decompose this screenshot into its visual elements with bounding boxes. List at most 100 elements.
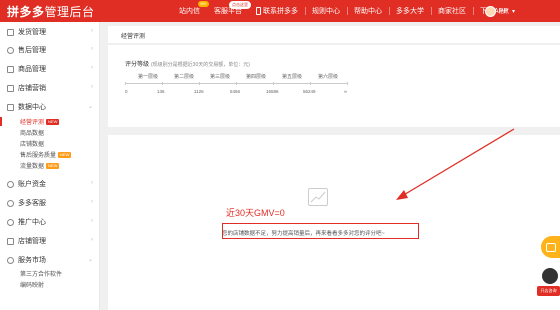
chevron-right-icon: ›: [91, 180, 93, 186]
sidebar-sub-traffic-data[interactable]: 流量数据 NEW: [20, 161, 60, 170]
level-scale-line: [125, 82, 348, 85]
user-menu[interactable]: 拾贰 ▾: [485, 0, 515, 22]
main-content: 经营评测 评分等级 (现级别分是根据近30天的交易额，单位：元) 第一层级 第二层…: [108, 22, 560, 310]
active-indicator: [0, 117, 2, 126]
avatar: [485, 5, 496, 17]
empty-state-panel: 近30天GMV=0 您的店铺数据不足，努力提高销量后，再来看看多多对您的评分吧~: [108, 135, 560, 310]
sidebar-sub-store-data[interactable]: 店铺数据: [20, 139, 44, 148]
customer-service-badge: 点击这里: [229, 1, 251, 9]
brand-logo[interactable]: 拼多多管理后台: [7, 3, 95, 20]
logo-text: 拼多多: [7, 5, 45, 19]
chevron-right-icon: ›: [91, 28, 93, 34]
chevron-down-icon: ⌄: [87, 257, 93, 263]
level-value: 16586: [266, 89, 279, 94]
sidebar-sub-business-eval[interactable]: 经营评测 NEW: [20, 117, 60, 126]
level-value: 5456: [230, 89, 241, 94]
nav-community-label: 商家社区: [438, 8, 466, 15]
empty-chart-icon: [308, 188, 328, 206]
sidebar-item-label: 账户资金: [18, 181, 46, 188]
sidebar-item-label: 售后管理: [18, 47, 46, 54]
empty-state-message: 您的店铺数据不足，努力提高销量后，再来看看多多对您的评分吧~: [222, 231, 385, 237]
customer-service-avatar-icon: [540, 266, 560, 286]
nav-university-label: 多多大学: [396, 8, 424, 15]
floating-message-button[interactable]: [541, 236, 560, 258]
level-label: 第二层级: [173, 74, 194, 80]
sidebar-sub-after-sales-quality[interactable]: 售后服务质量 NEW: [20, 150, 72, 159]
sidebar-item-label: 数据中心: [18, 104, 46, 111]
chevron-right-icon: ›: [91, 218, 93, 224]
new-badge: NEW: [46, 118, 60, 125]
store-icon: [7, 237, 14, 245]
scale-tick: [347, 82, 348, 85]
nav-rules-label: 规则中心: [312, 8, 340, 15]
top-bar: 拼多多管理后台 站内信 99+ 客服平台 点击这里 联系拼多多 规则中心 帮助中…: [0, 0, 560, 22]
share-icon: [7, 218, 14, 226]
sidebar-item-label: 推广中心: [18, 219, 46, 226]
new-badge: NEW: [46, 162, 60, 169]
app-title: 管理后台: [44, 5, 95, 19]
nav-help[interactable]: 帮助中心: [347, 0, 389, 22]
level-value: 0: [125, 89, 128, 94]
sidebar-item-label: 商品管理: [18, 66, 46, 73]
sidebar-sub-label: 流量数据: [20, 164, 45, 170]
level-value: 56249: [303, 89, 316, 94]
nav-rules[interactable]: 规则中心: [305, 0, 347, 22]
level-title-text: 评分等级: [125, 62, 150, 68]
nav-contact-label: 联系拼多多: [263, 8, 298, 15]
sidebar-item-label: 发货管理: [18, 29, 46, 36]
nav-inbox-label: 站内信: [179, 8, 200, 15]
level-labels: 第一层级 第二层级 第三层级 第四层级 第五层级 第六层级: [130, 73, 350, 83]
sidebar-item-store-management[interactable]: 店铺管理 ›: [0, 232, 100, 250]
user-name: 拾贰: [499, 8, 510, 15]
sidebar-item-products[interactable]: 商品管理 ›: [0, 60, 100, 78]
sidebar-item-label: 多多客服: [18, 200, 46, 207]
chevron-right-icon: ›: [91, 65, 93, 71]
chart-line-icon: [310, 191, 326, 203]
sidebar-sub-label: 店铺数据: [20, 142, 45, 148]
sidebar-item-service-market[interactable]: 服务市场 ⌄: [0, 251, 100, 269]
sidebar-sub-third-party[interactable]: 第三方合作软件: [20, 269, 62, 278]
headset-icon: [7, 199, 14, 207]
consult-label: 开店咨询: [537, 286, 560, 296]
nav-inbox[interactable]: 站内信 99+: [172, 0, 209, 22]
chevron-right-icon: ›: [91, 84, 93, 90]
heart-icon: [7, 256, 14, 264]
scale-tick: [236, 82, 237, 85]
floating-consult-button[interactable]: 开店咨询: [537, 266, 560, 300]
sidebar-item-account-funds[interactable]: 账户资金 ›: [0, 175, 100, 193]
sidebar-item-after-sales[interactable]: 售后管理 ›: [0, 41, 100, 59]
sidebar-item-customer-service[interactable]: 多多客服 ›: [0, 194, 100, 212]
sidebar-item-promotion[interactable]: 推广中心 ›: [0, 213, 100, 231]
scale-tick: [125, 82, 126, 85]
level-value: 1126: [194, 89, 204, 94]
sidebar-sub-code-mapping[interactable]: 编码映射: [20, 280, 44, 289]
gmv-annotation: 近30天GMV=0: [226, 208, 285, 218]
nav-community[interactable]: 商家社区: [431, 0, 473, 22]
scale-tick: [273, 82, 274, 85]
sidebar-sub-product-data[interactable]: 商品数据: [20, 128, 44, 137]
chevron-right-icon: ›: [91, 199, 93, 205]
sidebar-item-data-center[interactable]: 数据中心 ⌄: [0, 98, 100, 116]
after-sales-icon: [7, 46, 14, 54]
sidebar-sub-label: 编码映射: [20, 283, 45, 289]
sidebar-sub-label: 第三方合作软件: [20, 272, 63, 278]
page-title: 经营评测: [121, 34, 146, 40]
sidebar-item-marketing[interactable]: 店铺营销 ›: [0, 79, 100, 97]
level-label: 第六层级: [317, 74, 338, 80]
section-gap: [108, 127, 560, 135]
level-value: 136: [157, 89, 165, 94]
shipping-icon: [7, 28, 14, 36]
nav-university[interactable]: 多多大学: [389, 0, 431, 22]
level-title: 评分等级 (现级别分是根据近30天的交易额，单位：元): [125, 59, 250, 68]
nav-contact[interactable]: 联系拼多多: [249, 0, 305, 22]
nav-customer-service[interactable]: 客服平台 点击这里: [207, 0, 251, 22]
level-label: 第一层级: [137, 74, 158, 80]
sidebar-item-shipping[interactable]: 发货管理 ›: [0, 23, 100, 41]
sidebar-item-label: 店铺营销: [18, 85, 46, 92]
top-nav: 站内信 99+ 客服平台 点击这里 联系拼多多 规则中心 帮助中心 多多大学 商…: [172, 0, 515, 22]
nav-help-label: 帮助中心: [354, 8, 382, 15]
level-label: 第三层级: [209, 74, 230, 80]
level-label: 第四层级: [245, 74, 266, 80]
store-icon: [7, 84, 14, 92]
sidebar-sub-label: 经营评测: [20, 120, 45, 126]
